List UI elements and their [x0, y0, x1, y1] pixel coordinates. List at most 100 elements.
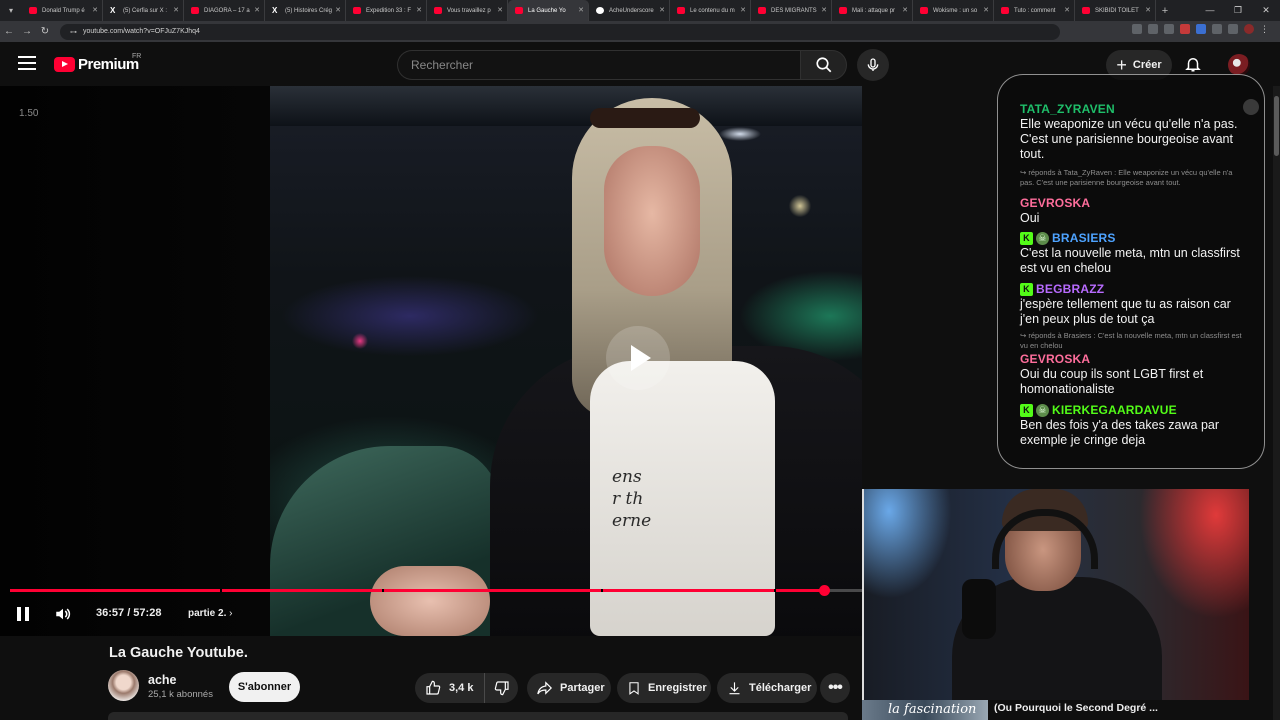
- tab-close-icon[interactable]: ✕: [335, 6, 341, 14]
- browser-tab[interactable]: X (5) Cerfia sur X : ✕: [103, 0, 184, 21]
- progress-bar[interactable]: [10, 585, 862, 596]
- close-window-icon[interactable]: ✕: [1252, 0, 1280, 21]
- url-field[interactable]: ⊶ youtube.com/watch?v=OFJuZ7KJhq4: [60, 23, 1060, 40]
- tab-close-icon[interactable]: ✕: [659, 6, 665, 14]
- tab-close-icon[interactable]: ✕: [1145, 6, 1151, 14]
- tab-close-icon[interactable]: ✕: [254, 6, 260, 14]
- chat-close-icon[interactable]: [1243, 99, 1259, 115]
- browser-tab[interactable]: X (5) Histoires Crég ✕: [265, 0, 346, 21]
- browser-tab[interactable]: DES MIGRANTS ✕: [751, 0, 832, 21]
- tab-label: Donald Trump é: [42, 7, 85, 14]
- page-scrollbar[interactable]: [1273, 86, 1280, 720]
- share-button[interactable]: Partager: [527, 673, 611, 703]
- tab-close-icon[interactable]: ✕: [173, 6, 179, 14]
- tab-close-icon[interactable]: ✕: [497, 6, 503, 14]
- tab-label: AcheUnderscore: [609, 7, 654, 14]
- chat-text: C'est la nouvelle meta, mtn un classfirs…: [1020, 246, 1240, 275]
- reload-icon[interactable]: ↻: [36, 26, 54, 37]
- zoom-icon[interactable]: [1148, 24, 1158, 34]
- pause-icon[interactable]: [17, 607, 31, 621]
- bookmark-icon: [629, 682, 639, 695]
- subscribe-button[interactable]: S'abonner: [229, 672, 300, 702]
- browser-tab[interactable]: Wokisme : un so ✕: [913, 0, 994, 21]
- share-icon: [537, 681, 553, 695]
- save-button[interactable]: Enregistrer: [617, 673, 711, 703]
- tab-close-icon[interactable]: ✕: [821, 6, 827, 14]
- chat-username-row: K BEGBRAZZ: [1020, 282, 1242, 296]
- chapter-marker: [382, 589, 385, 592]
- more-actions-icon[interactable]: •••: [820, 673, 850, 703]
- youtube-favicon-icon: [353, 7, 361, 14]
- account-avatar[interactable]: [1228, 54, 1250, 76]
- chat-message: GEVROSKA Oui: [1020, 196, 1242, 226]
- tab-close-icon[interactable]: ✕: [740, 6, 746, 14]
- tab-close-icon[interactable]: ✕: [578, 6, 584, 14]
- extensions-puzzle-icon[interactable]: [1228, 24, 1238, 34]
- channel-avatar[interactable]: [108, 670, 139, 701]
- browser-tab[interactable]: Mali : attaque pr ✕: [832, 0, 913, 21]
- progress-scrubber-handle[interactable]: [819, 585, 831, 596]
- download-button[interactable]: Télécharger: [717, 673, 817, 703]
- chat-reply-context: ↪ réponds à Tata_ZyRaven : Elle weaponiz…: [1020, 168, 1242, 188]
- browser-tab[interactable]: Expedition 33 : F ✕: [346, 0, 427, 21]
- tab-close-icon[interactable]: ✕: [416, 6, 422, 14]
- url-text: youtube.com/watch?v=OFJuZ7KJhq4: [83, 28, 200, 35]
- tab-close-icon[interactable]: ✕: [1064, 6, 1070, 14]
- search-input[interactable]: Rechercher: [397, 50, 800, 80]
- tab-label: DES MIGRANTS: [771, 7, 817, 14]
- youtube-logo[interactable]: Premium: [54, 56, 139, 73]
- maximize-icon[interactable]: ❐: [1224, 0, 1252, 21]
- kick-badge-icon: K: [1020, 231, 1033, 245]
- like-button[interactable]: 3,4 k: [415, 673, 485, 703]
- tab-label: Le contenu du m: [690, 7, 735, 14]
- browser-tab[interactable]: AcheUnderscore ✕: [589, 0, 670, 21]
- tab-label: La Gauche Yo: [528, 7, 566, 14]
- tab-close-icon[interactable]: ✕: [902, 6, 908, 14]
- description-box[interactable]: [108, 712, 848, 720]
- extension-icon[interactable]: [1196, 24, 1206, 34]
- volume-button[interactable]: [54, 605, 72, 628]
- minimize-icon[interactable]: —: [1196, 0, 1224, 21]
- screen-cast-icon[interactable]: [1132, 24, 1142, 34]
- chapter-button[interactable]: partie 2. ›: [188, 608, 232, 619]
- progress-played: [10, 589, 825, 592]
- browser-tab[interactable]: Donald Trump é ✕: [22, 0, 103, 21]
- extension-icon[interactable]: [1212, 24, 1222, 34]
- tab-close-icon[interactable]: ✕: [983, 6, 989, 14]
- thumbnail-text: la fascination: [888, 702, 977, 717]
- tab-close-icon[interactable]: ✕: [92, 6, 98, 14]
- channel-name[interactable]: ache: [148, 673, 177, 687]
- chat-text: j'espère tellement que tu as raison car …: [1020, 297, 1231, 326]
- dislike-button[interactable]: [485, 673, 518, 703]
- profile-icon[interactable]: [1244, 24, 1254, 34]
- browser-tab[interactable]: Vous travaillez p ✕: [427, 0, 508, 21]
- tab-search-icon[interactable]: ▾: [0, 0, 22, 21]
- browser-tab[interactable]: Tuto : comment ✕: [994, 0, 1075, 21]
- chat-username-row: GEVROSKA: [1020, 196, 1242, 210]
- browser-tab[interactable]: Le contenu du m ✕: [670, 0, 751, 21]
- big-play-icon[interactable]: [606, 326, 670, 390]
- browser-menu-icon[interactable]: ⋮: [1260, 24, 1270, 34]
- tab-label: Mali : attaque pr: [852, 7, 896, 14]
- chat-username: GEVROSKA: [1020, 196, 1091, 210]
- scrollbar-thumb[interactable]: [1274, 96, 1279, 156]
- browser-tab[interactable]: La Gauche Yo ✕: [508, 0, 589, 21]
- voice-search-button[interactable]: [857, 49, 889, 81]
- youtube-favicon-icon: [920, 7, 928, 14]
- site-info-icon[interactable]: ⊶: [70, 28, 77, 36]
- forward-icon[interactable]: →: [18, 26, 36, 37]
- search-button[interactable]: [800, 50, 847, 80]
- chapter-marker: [774, 589, 777, 592]
- extension-icon[interactable]: [1180, 24, 1190, 34]
- bookmark-star-icon[interactable]: [1164, 24, 1174, 34]
- screen: ▾ Donald Trump é ✕ X (5) Cerfia sur X : ✕ DIA…: [0, 0, 1280, 720]
- browser-tab[interactable]: SKIBIDI TOILET ✕: [1075, 0, 1156, 21]
- browser-tab[interactable]: DIAGORA – 17 a ✕: [184, 0, 265, 21]
- video-player[interactable]: ens r th erne 1.50 36:57 / 57:28 partie …: [0, 86, 862, 636]
- back-icon[interactable]: ←: [0, 26, 18, 37]
- menu-icon[interactable]: [18, 56, 36, 70]
- youtube-favicon-icon: [191, 7, 199, 14]
- video-title: La Gauche Youtube.: [109, 645, 248, 661]
- new-tab-icon[interactable]: +: [1156, 5, 1174, 17]
- youtube-favicon-icon: [515, 7, 523, 14]
